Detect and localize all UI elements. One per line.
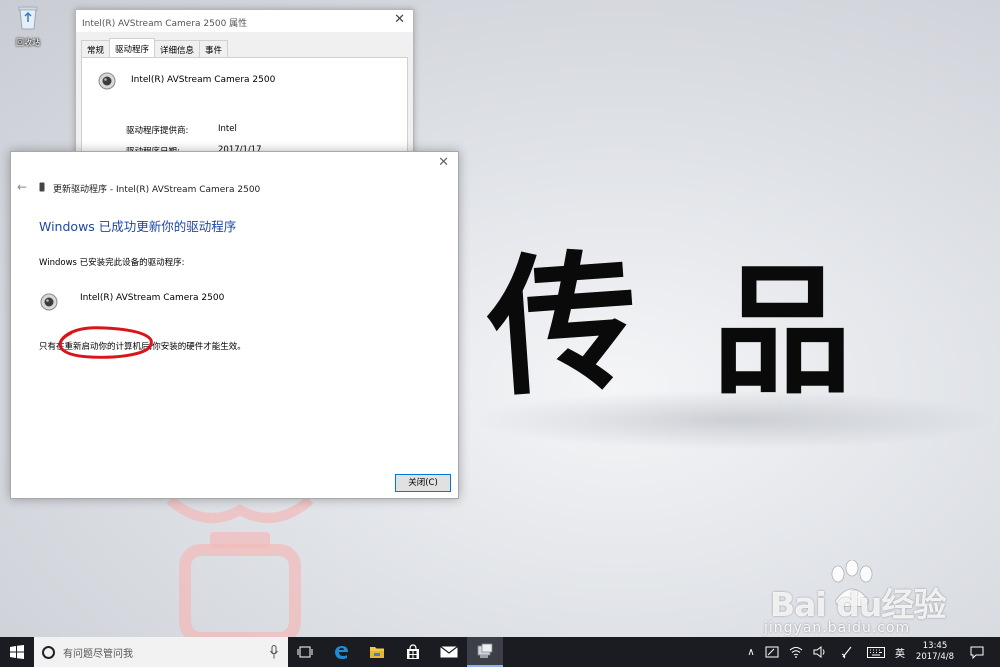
driver-provider-row: 驱动程序提供商: Intel — [126, 124, 237, 136]
success-headline: Windows 已成功更新你的驱动程序 — [39, 219, 237, 234]
red-annotation-ellipse — [58, 326, 153, 359]
tab-details[interactable]: 详细信息 — [154, 40, 201, 57]
edge-button[interactable] — [323, 637, 359, 667]
speaker-icon — [813, 646, 825, 658]
close-button[interactable]: 关闭(C) — [395, 474, 451, 492]
properties-titlebar[interactable]: Intel(R) AVStream Camera 2500 属性 ✕ — [76, 10, 413, 32]
dialog-header-title: 更新驱动程序 - Intel(R) AVStream Camera 2500 — [53, 185, 261, 195]
installed-message: Windows 已安装完此设备的驱动程序: — [39, 258, 185, 268]
tray-pen-button[interactable] — [836, 637, 858, 667]
tray-windows-ink-button[interactable] — [762, 637, 782, 667]
keyboard-icon — [867, 646, 885, 658]
mail-button[interactable] — [431, 637, 467, 667]
camera-device-icon — [98, 72, 116, 90]
dialog-close-icon[interactable]: ✕ — [438, 156, 449, 169]
device-manager-icon — [477, 643, 493, 658]
store-icon — [407, 644, 419, 659]
clock-date: 2017/4/8 — [915, 652, 955, 662]
mail-icon — [440, 646, 458, 658]
folder-icon — [370, 647, 384, 658]
start-button[interactable] — [0, 637, 34, 667]
recycle-bin-shortcut[interactable]: 回收站 — [10, 4, 46, 48]
notification-icon — [970, 646, 984, 659]
clock-time: 13:45 — [922, 641, 948, 651]
action-center-button[interactable] — [964, 637, 990, 667]
edge-icon — [335, 646, 348, 659]
wifi-icon — [789, 647, 803, 658]
dialog-device-name: Intel(R) AVStream Camera 2500 — [80, 293, 225, 303]
file-explorer-button[interactable] — [359, 637, 395, 667]
baidu-brand-text: Bai du经验 — [770, 585, 946, 624]
recycle-bin-icon — [18, 6, 38, 30]
device-manager-button[interactable] — [467, 637, 503, 667]
search-box[interactable]: 有问题尽管问我 — [34, 637, 288, 667]
properties-tabs: 常规 驱动程序 详细信息 事件 — [81, 38, 229, 57]
pen-icon — [841, 646, 852, 659]
chevron-up-icon: ∧ — [747, 646, 755, 658]
driver-provider-label: 驱动程序提供商: — [126, 126, 189, 136]
tab-general[interactable]: 常规 — [81, 40, 111, 57]
taskbar: 有问题尽管问我 ∧ 英 13:45 2017/4/8 — [0, 637, 1000, 667]
driver-provider-value: Intel — [218, 124, 237, 134]
task-view-button[interactable] — [287, 637, 323, 667]
properties-device-name: Intel(R) AVStream Camera 2500 — [131, 75, 276, 85]
properties-title: Intel(R) AVStream Camera 2500 属性 — [82, 19, 248, 29]
tray-keyboard-button[interactable] — [864, 637, 888, 667]
taskbar-clock[interactable]: 13:45 2017/4/8 — [912, 641, 958, 663]
tray-volume-button[interactable] — [810, 637, 830, 667]
driver-tab-panel: Intel(R) AVStream Camera 2500 驱动程序提供商: I… — [81, 57, 408, 160]
properties-close-icon[interactable]: ✕ — [394, 13, 405, 26]
task-view-icon — [297, 646, 313, 658]
baidu-watermark: Bai du经验 jingyan.baidu.com — [764, 560, 996, 636]
tray-overflow-button[interactable]: ∧ — [742, 637, 760, 667]
update-driver-dialog: ✕ ← 更新驱动程序 - Intel(R) AVStream Camera 25… — [10, 151, 459, 499]
windows-logo-icon — [10, 645, 24, 659]
ime-indicator[interactable]: 英 — [890, 637, 910, 667]
microphone-icon[interactable] — [270, 645, 278, 659]
device-small-icon — [39, 182, 45, 192]
wallpaper-calligraphy-1: 传 — [482, 231, 644, 419]
camera-device-icon — [40, 293, 58, 311]
tray-network-button[interactable] — [786, 637, 806, 667]
recycle-bin-label: 回收站 — [16, 38, 40, 47]
tab-driver[interactable]: 驱动程序 — [109, 38, 156, 57]
tab-events[interactable]: 事件 — [199, 40, 229, 57]
search-placeholder: 有问题尽管问我 — [63, 648, 133, 660]
back-arrow-icon[interactable]: ← — [17, 180, 27, 194]
baidu-url-text: jingyan.baidu.com — [764, 620, 911, 636]
store-button[interactable] — [395, 637, 431, 667]
wallpaper-calligraphy-2: 品 — [712, 250, 853, 414]
properties-window: Intel(R) AVStream Camera 2500 属性 ✕ 常规 驱动… — [75, 9, 414, 160]
windows-ink-icon — [765, 646, 779, 658]
cortana-icon — [42, 645, 55, 659]
